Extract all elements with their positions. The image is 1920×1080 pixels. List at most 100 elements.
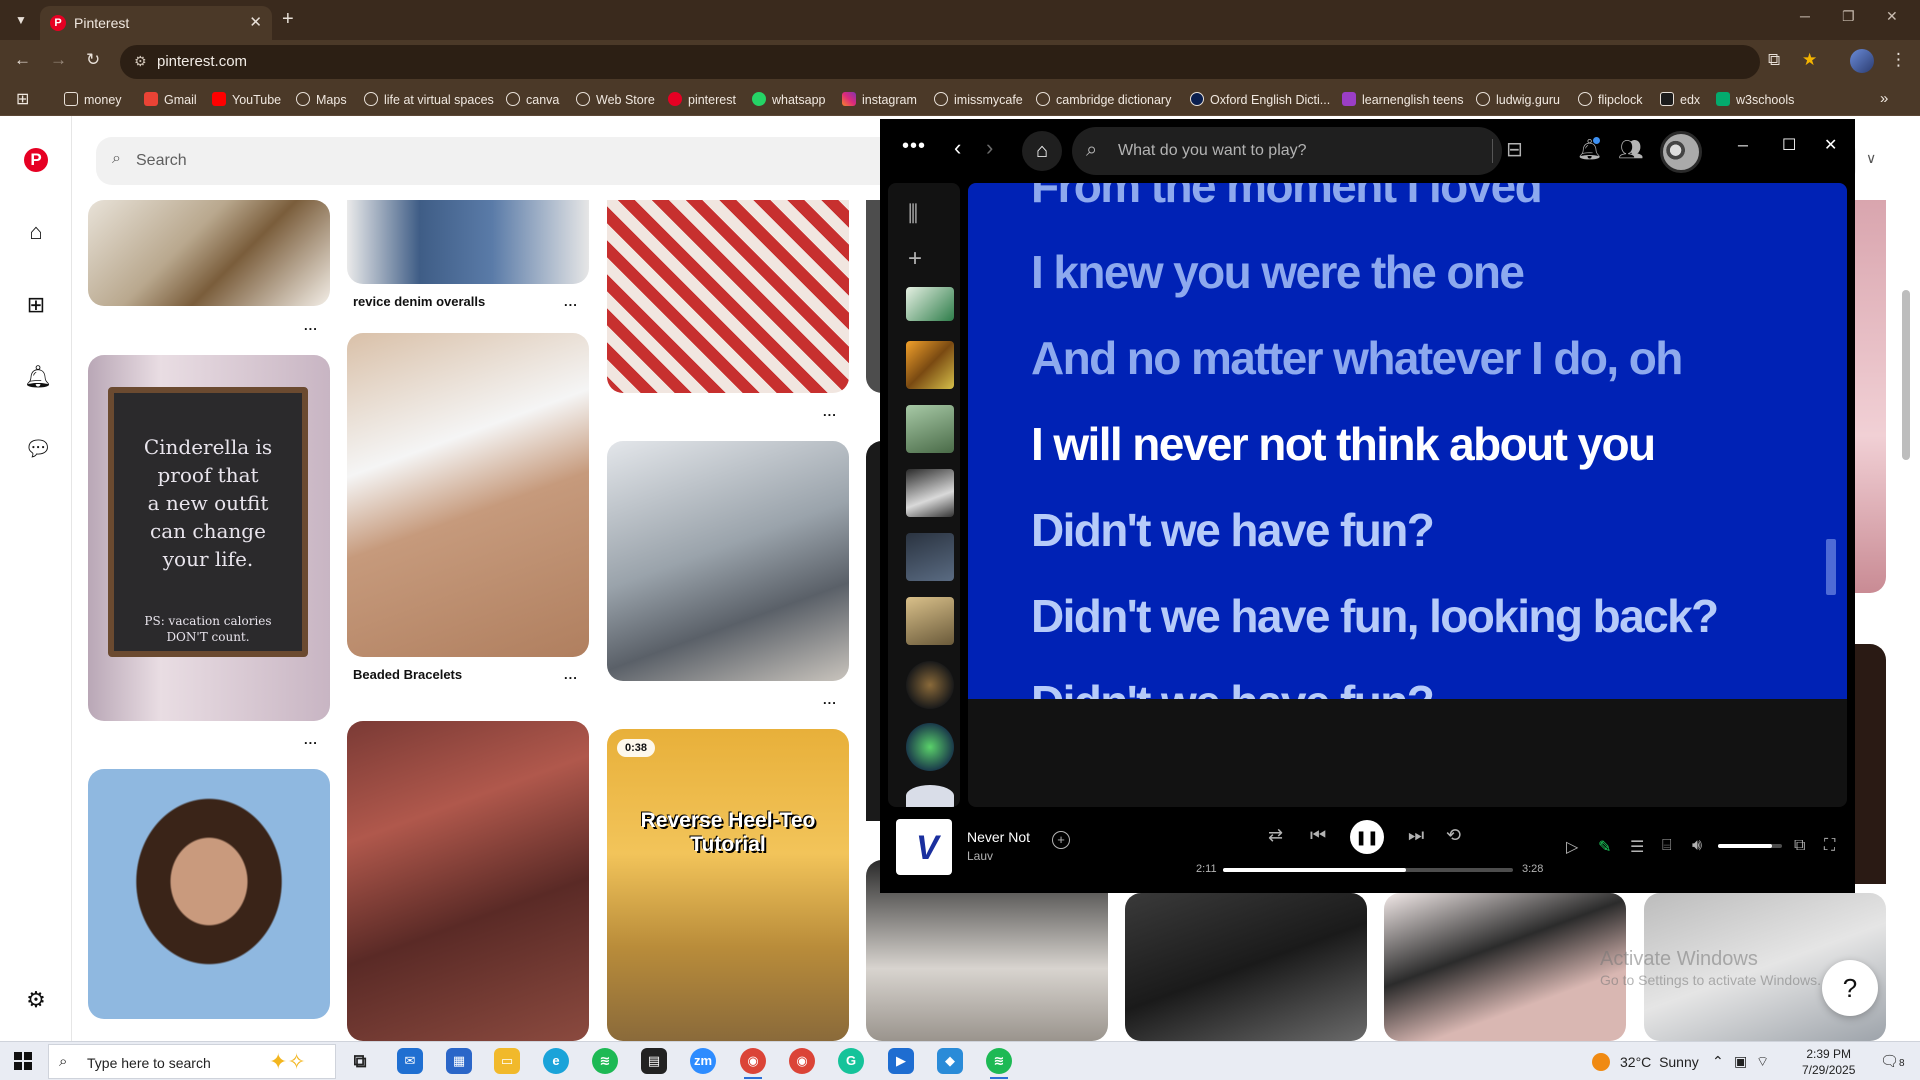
system-clock[interactable]: 2:39 PM 7/29/2025	[1772, 1046, 1855, 1078]
queue-icon[interactable]: ☰	[1630, 837, 1644, 857]
pinterest-logo-icon[interactable]: P	[24, 148, 48, 172]
pin-fashion-sketch[interactable]	[88, 200, 330, 306]
fullscreen-icon[interactable]: ⛶	[1824, 837, 1835, 855]
tab-pinterest[interactable]: P Pinterest ✕	[40, 6, 272, 40]
shuffle-icon[interactable]: ⇄	[1268, 825, 1283, 846]
lyrics-scrollbar[interactable]	[1826, 539, 1836, 595]
minimize-icon[interactable]: ─	[1738, 137, 1748, 153]
browse-icon[interactable]: ⊟	[1506, 137, 1523, 162]
lyric-line[interactable]: Didn't we have fun?	[1031, 503, 1435, 557]
pin-gingham-stationery[interactable]	[607, 200, 849, 393]
library-item[interactable]	[906, 661, 954, 709]
now-playing-view-icon[interactable]: ▷	[1566, 837, 1578, 857]
lyric-line[interactable]: From the moment I loved	[1031, 183, 1543, 213]
pin-beaded-bracelets[interactable]	[347, 333, 589, 657]
pin-more-icon[interactable]: ...	[304, 732, 318, 747]
edge-browser-icon[interactable]: e	[543, 1048, 569, 1074]
previous-track-icon[interactable]: ⏮︎	[1310, 825, 1326, 846]
pin-chalkboard-sign[interactable]: Cinderella is proof that a new outfit ca…	[88, 355, 330, 721]
bookmark-w3schools[interactable]: w3schools	[1716, 92, 1794, 107]
library-item[interactable]	[906, 469, 954, 517]
apps-grid-icon[interactable]: ⊞	[16, 89, 29, 109]
repeat-icon[interactable]: ⟲	[1446, 825, 1461, 846]
pin-portrait-man[interactable]	[1384, 893, 1626, 1041]
bookmark-pinterest[interactable]: pinterest	[668, 92, 736, 107]
pin-film-strip[interactable]	[1125, 893, 1367, 1041]
pin-partial-pink[interactable]	[1855, 200, 1886, 593]
mini-player-icon[interactable]: ⧉	[1794, 837, 1805, 855]
library-item[interactable]	[906, 341, 954, 389]
lyric-line[interactable]: I knew you were the one	[1031, 245, 1525, 299]
lyrics-icon[interactable]: ✎	[1598, 837, 1611, 857]
profile-avatar[interactable]	[1850, 49, 1874, 73]
chrome-menu-icon[interactable]: ⋮	[1890, 50, 1907, 70]
weather-sun-icon[interactable]	[1592, 1053, 1610, 1071]
bookmark-cambridge-dictionary[interactable]: cambridge dictionary	[1036, 92, 1171, 107]
bookmark-money[interactable]: money	[64, 92, 122, 107]
help-button[interactable]: ?	[1822, 960, 1878, 1016]
install-app-icon[interactable]: ⧉	[1768, 50, 1780, 70]
library-item[interactable]	[906, 723, 954, 771]
bookmark-life-at-virtual-spaces[interactable]: life at virtual spaces	[364, 92, 494, 107]
home-icon[interactable]: ⌂	[1022, 131, 1062, 171]
bookmark-imissmycafe[interactable]: imissmycafe	[934, 92, 1023, 107]
bookmark-edx[interactable]: edx	[1660, 92, 1700, 107]
connect-device-icon[interactable]: ⌸	[1662, 837, 1672, 855]
volume-icon[interactable]: 🔊︎	[1692, 837, 1702, 855]
library-item[interactable]	[906, 785, 954, 807]
tab-search-chevron-icon[interactable]: ▼	[10, 9, 32, 31]
volume-slider[interactable]	[1718, 844, 1782, 848]
pin-partial-dark[interactable]	[1855, 644, 1886, 884]
create-playlist-plus-icon[interactable]: +	[908, 245, 922, 273]
sticky-notes-icon[interactable]: ▤	[641, 1048, 667, 1074]
bookmarks-overflow-icon[interactable]: »	[1880, 90, 1888, 107]
store-app-icon[interactable]: ▦	[446, 1048, 472, 1074]
pin-more-icon[interactable]: ...	[564, 294, 578, 309]
spotify-search-input[interactable]: ⌕ What do you want to play?	[1072, 127, 1502, 175]
tab-close-icon[interactable]: ✕	[249, 13, 262, 31]
library-item[interactable]	[906, 405, 954, 453]
media-player-icon[interactable]: ▶	[888, 1048, 914, 1074]
bookmark-flipclock[interactable]: flipclock	[1578, 92, 1642, 107]
bookmark-canva[interactable]: canva	[506, 92, 559, 107]
minimize-icon[interactable]: ─	[1800, 8, 1810, 24]
next-track-icon[interactable]: ⏭︎	[1408, 825, 1424, 846]
back-chevron-icon[interactable]: ‹	[954, 135, 961, 161]
playback-progress-bar[interactable]	[1223, 868, 1513, 872]
window-close-icon[interactable]: ✕	[1886, 8, 1898, 25]
weather-text[interactable]: 32°C Sunny	[1620, 1054, 1699, 1070]
address-bar[interactable]: ⚙ pinterest.com	[120, 45, 1760, 79]
grammarly-icon[interactable]: G	[838, 1048, 864, 1074]
chrome-profile-icon[interactable]: ◉	[740, 1048, 766, 1079]
network-icon[interactable]: ⌔	[1756, 1053, 1769, 1071]
friend-activity-icon[interactable]: 👥︎	[1618, 137, 1643, 162]
windows-start-icon[interactable]	[14, 1052, 32, 1070]
zoom-app-icon[interactable]: zm	[690, 1048, 716, 1074]
library-item[interactable]	[906, 533, 954, 581]
back-arrow-icon[interactable]: ←	[14, 50, 31, 70]
file-explorer-icon[interactable]: ▭	[494, 1048, 520, 1074]
forward-chevron-icon[interactable]: ›	[986, 135, 993, 161]
pin-more-icon[interactable]: ...	[564, 667, 578, 682]
create-plus-icon[interactable]: ⊞	[24, 293, 48, 317]
bookmark-instagram[interactable]: instagram	[842, 92, 917, 107]
new-tab-plus-icon[interactable]: +	[282, 8, 294, 31]
lyric-line[interactable]: And no matter whatever I do, oh	[1031, 331, 1683, 385]
lyric-line[interactable]: Didn't we have fun?	[1031, 675, 1435, 699]
pin-more-icon[interactable]: ...	[823, 692, 837, 707]
bookmark-ludwig-guru[interactable]: ludwig.guru	[1476, 92, 1560, 107]
mail-app-icon[interactable]: ✉	[397, 1048, 423, 1074]
bookmark-whatsapp[interactable]: whatsapp	[752, 92, 826, 107]
chrome-app-icon[interactable]: ◉	[789, 1048, 815, 1074]
bookmark-oxford-english-dictionary[interactable]: Oxford English Dicti...	[1190, 92, 1330, 107]
lyric-line[interactable]: Didn't we have fun, looking back?	[1031, 589, 1719, 643]
pause-button[interactable]: ❚❚	[1350, 820, 1384, 854]
notifications-bell-icon[interactable]: 🔔︎	[24, 365, 52, 389]
meet-now-icon[interactable]: ▣	[1734, 1053, 1747, 1070]
messages-icon[interactable]: 💬︎	[24, 437, 52, 461]
account-chevron-down-icon[interactable]: ∨	[1866, 150, 1876, 167]
tray-expand-chevron-icon[interactable]: ⌃	[1712, 1053, 1724, 1070]
lyric-line-current[interactable]: I will never not think about you	[1031, 417, 1656, 471]
pin-more-icon[interactable]: ...	[823, 404, 837, 419]
bookmark-youtube[interactable]: YouTube	[212, 92, 281, 107]
